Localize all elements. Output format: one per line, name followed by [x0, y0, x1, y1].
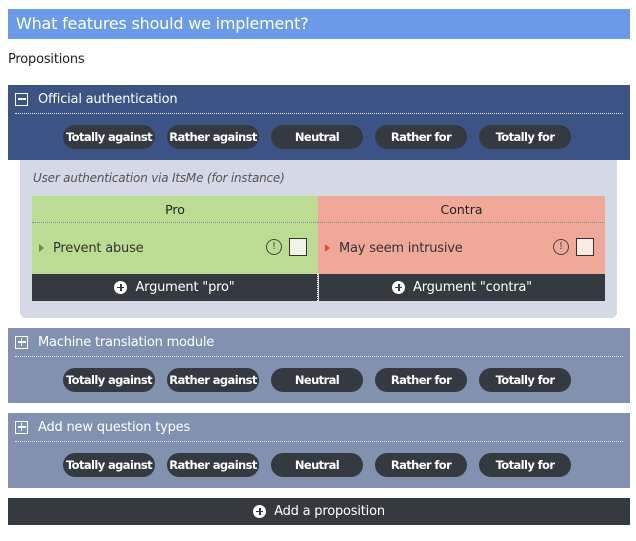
plus-circle-icon — [253, 505, 267, 518]
section-label: Propositions — [8, 52, 85, 67]
proposition-title: Machine translation module — [38, 334, 215, 350]
vote-rather-for-button[interactable]: Rather for — [375, 453, 467, 477]
add-proposition-button[interactable]: Add a proposition — [8, 498, 630, 525]
expand-triangle-icon[interactable] — [325, 244, 330, 252]
proposition-title: Add new question types — [38, 419, 191, 435]
vote-options: Totally against Rather against Neutral R… — [8, 442, 630, 488]
vote-rather-for-button[interactable]: Rather for — [375, 368, 467, 392]
add-proposition-label: Add a proposition — [274, 504, 385, 519]
vote-totally-against-button[interactable]: Totally against — [63, 368, 155, 392]
report-warning-icon[interactable]: ! — [266, 239, 282, 255]
plus-circle-icon — [392, 281, 406, 294]
vote-neutral-button[interactable]: Neutral — [271, 368, 363, 392]
plus-circle-icon — [114, 281, 128, 294]
vote-options: Totally against Rather against Neutral R… — [8, 357, 630, 403]
vote-totally-against-button[interactable]: Totally against — [63, 453, 155, 477]
add-pro-argument-button[interactable]: Argument "pro" — [32, 274, 318, 301]
vote-totally-for-button[interactable]: Totally for — [479, 453, 571, 477]
argument-text[interactable]: May seem intrusive — [339, 241, 463, 256]
contra-column: Contra May seem intrusive ! — [318, 196, 605, 274]
proposition-machine-translation-module: Machine translation module Totally again… — [8, 328, 630, 403]
plus-square-icon[interactable] — [15, 420, 28, 434]
vote-totally-for-button[interactable]: Totally for — [479, 125, 571, 149]
contra-argument: May seem intrusive ! — [318, 223, 605, 273]
proposition-official-authentication: Official authentication Totally against … — [8, 85, 630, 160]
minus-square-icon[interactable] — [15, 92, 28, 106]
plus-square-icon[interactable] — [15, 335, 28, 349]
proposition-add-new-question-types: Add new question types Totally against R… — [8, 413, 630, 488]
argument-text[interactable]: Prevent abuse — [53, 241, 144, 256]
proposition-header[interactable]: Machine translation module — [8, 328, 630, 356]
vote-options: Totally against Rather against Neutral R… — [8, 114, 630, 160]
vote-totally-against-button[interactable]: Totally against — [63, 125, 155, 149]
vote-rather-for-button[interactable]: Rather for — [375, 125, 467, 149]
expand-triangle-icon[interactable] — [39, 244, 44, 252]
pro-header: Pro — [32, 196, 318, 223]
proposition-header[interactable]: Add new question types — [8, 413, 630, 441]
vote-neutral-button[interactable]: Neutral — [271, 453, 363, 477]
page-title: What features should we implement? — [8, 9, 630, 39]
pro-argument: Prevent abuse ! — [32, 223, 318, 273]
vote-rather-against-button[interactable]: Rather against — [167, 368, 259, 392]
vote-neutral-button[interactable]: Neutral — [271, 125, 363, 149]
argument-checkbox[interactable] — [289, 238, 307, 256]
argument-checkbox[interactable] — [576, 238, 594, 256]
vote-totally-for-button[interactable]: Totally for — [479, 368, 571, 392]
vote-rather-against-button[interactable]: Rather against — [167, 125, 259, 149]
add-pro-argument-label: Argument "pro" — [135, 280, 235, 295]
proposition-header[interactable]: Official authentication — [8, 85, 630, 113]
proposition-description: User authentication via ItsMe (for insta… — [33, 171, 285, 185]
report-warning-icon[interactable]: ! — [553, 239, 569, 255]
proposition-title: Official authentication — [38, 91, 178, 107]
proposition-details: User authentication via ItsMe (for insta… — [20, 160, 617, 318]
add-contra-argument-label: Argument "contra" — [413, 280, 532, 295]
vote-rather-against-button[interactable]: Rather against — [167, 453, 259, 477]
add-contra-argument-button[interactable]: Argument "contra" — [319, 274, 605, 301]
pro-column: Pro Prevent abuse ! — [32, 196, 318, 274]
contra-header: Contra — [318, 196, 605, 223]
